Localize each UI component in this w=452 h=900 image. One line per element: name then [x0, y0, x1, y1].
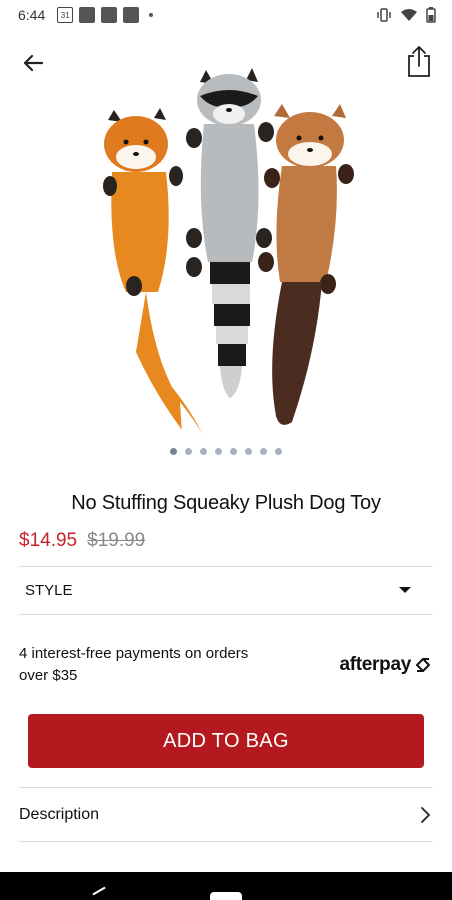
carousel-dot[interactable]	[230, 448, 237, 455]
description-row[interactable]: Description	[19, 788, 433, 842]
divider	[19, 841, 433, 842]
notification-icon	[123, 7, 140, 23]
price-row: $14.95 $19.99	[19, 530, 145, 552]
nav-home-icon[interactable]	[210, 892, 242, 900]
carousel-dot[interactable]	[260, 448, 267, 455]
calendar-icon: 31	[57, 7, 74, 23]
caret-down-icon	[399, 587, 411, 593]
status-bar: 6:44 31	[0, 0, 452, 30]
plush-toys-image	[103, 68, 354, 442]
afterpay-row[interactable]: 4 interest-free payments on orders over …	[19, 640, 433, 690]
notification-icon	[79, 7, 96, 23]
carousel-dot[interactable]	[200, 448, 207, 455]
product-title: No Stuffing Squeaky Plush Dog Toy	[71, 492, 381, 514]
afterpay-arrows-icon	[416, 658, 430, 672]
divider	[19, 614, 433, 615]
fox-toy	[103, 108, 206, 442]
style-dropdown[interactable]: STYLE	[19, 566, 433, 614]
notification-icon	[101, 7, 118, 23]
more-notifications-icon	[149, 13, 154, 17]
afterpay-text: 4 interest-free payments on orders over …	[19, 645, 249, 684]
back-button[interactable]	[18, 48, 48, 78]
status-time: 6:44	[18, 7, 46, 23]
chevron-right-icon	[421, 807, 430, 823]
arrow-left-icon	[23, 54, 44, 72]
share-button[interactable]	[404, 44, 434, 80]
notification-icons: 31	[57, 7, 154, 23]
nav-back-icon[interactable]	[92, 886, 106, 896]
carousel-dot[interactable]	[245, 448, 252, 455]
image-carousel-indicator	[0, 448, 452, 455]
carousel-dot[interactable]	[275, 448, 282, 455]
battery-icon	[426, 7, 436, 23]
share-icon	[408, 46, 430, 77]
carousel-dot[interactable]	[170, 448, 177, 455]
style-label: STYLE	[25, 581, 73, 599]
brown-fox-toy	[258, 104, 354, 425]
raccoon-toy	[186, 68, 274, 398]
afterpay-logo: afterpay	[339, 654, 433, 676]
carousel-dot[interactable]	[185, 448, 192, 455]
product-image[interactable]	[96, 62, 360, 442]
sale-price: $14.95	[19, 530, 78, 551]
afterpay-logo-text: afterpay	[339, 654, 411, 675]
description-label: Description	[19, 806, 100, 823]
system-navigation-bar	[0, 872, 452, 900]
carousel-dot[interactable]	[215, 448, 222, 455]
original-price: $19.99	[87, 530, 146, 551]
vibrate-icon	[377, 8, 391, 22]
system-icons	[376, 7, 436, 23]
add-to-bag-button[interactable]: ADD TO BAG	[28, 714, 424, 768]
wifi-icon	[401, 9, 417, 21]
